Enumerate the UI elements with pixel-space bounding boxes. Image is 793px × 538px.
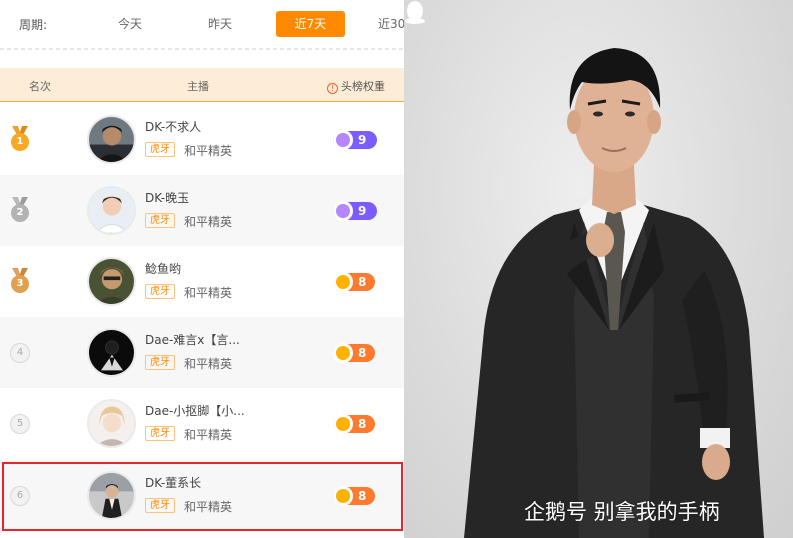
- weight-value: 8: [358, 346, 367, 360]
- platform-tag: 虎牙: [145, 213, 175, 228]
- game-name: 和平精英: [184, 428, 233, 442]
- weight-value: 8: [358, 417, 367, 431]
- header-rank: 名次: [29, 80, 51, 93]
- weight-badge: 8: [333, 414, 375, 434]
- rank-circle: 5: [10, 414, 30, 434]
- rank-medal-gold: 1: [10, 126, 30, 154]
- header-host: 主播: [187, 80, 209, 93]
- game-name: 和平精英: [184, 357, 233, 371]
- rank-circle: 4: [10, 343, 30, 363]
- weight-badge: 9: [333, 201, 377, 221]
- host-name[interactable]: Dae-小抠脚【小...: [145, 402, 245, 419]
- weight-icon: [333, 414, 353, 434]
- table-row[interactable]: 2 DK-晚玉 虎牙 和平精英 9: [0, 175, 404, 246]
- avatar[interactable]: [87, 186, 136, 235]
- platform-tag: 虎牙: [145, 142, 175, 157]
- period-selector: 周期: 今天 昨天 近7天 近30: [0, 0, 404, 50]
- platform-tag: 虎牙: [145, 284, 175, 299]
- medal-number: 1: [11, 133, 29, 151]
- platform-tag: 虎牙: [145, 426, 175, 441]
- watermark-text: 企鹅号 别拿我的手柄: [524, 500, 720, 524]
- avatar[interactable]: [87, 115, 136, 164]
- avatar[interactable]: [87, 257, 136, 306]
- table-row[interactable]: 5 Dae-小抠脚【小... 虎牙 和平精英 8: [0, 388, 404, 459]
- host-name[interactable]: DK-晚玉: [145, 189, 189, 206]
- portrait-photo: 企鹅号 别拿我的手柄: [404, 0, 793, 538]
- warning-icon: !: [327, 83, 338, 94]
- game-name: 和平精英: [184, 215, 233, 229]
- medal-number: 3: [11, 275, 29, 293]
- avatar[interactable]: [87, 328, 136, 377]
- period-label: 周期:: [19, 18, 48, 32]
- tab-last-30-days[interactable]: 近30: [378, 11, 404, 37]
- rank-number: 5: [10, 410, 30, 438]
- rank-medal-silver: 2: [10, 197, 30, 225]
- rank-medal-bronze: 3: [10, 268, 30, 296]
- table-row[interactable]: 1 DK-不求人 虎牙 和平精英 9: [0, 104, 404, 175]
- host-name[interactable]: 鲶鱼哟: [145, 260, 181, 277]
- weight-icon: [333, 130, 353, 150]
- row-highlight-box: [2, 462, 403, 531]
- divider: [0, 48, 404, 50]
- tab-yesterday[interactable]: 昨天: [190, 11, 250, 37]
- platform-tag: 虎牙: [145, 355, 175, 370]
- rank-number: 4: [10, 339, 30, 367]
- weight-value: 9: [358, 133, 367, 147]
- weight-icon: [333, 343, 353, 363]
- header-weight-label: 头榜权重: [341, 80, 385, 93]
- tab-today[interactable]: 今天: [100, 11, 160, 37]
- tab-last-7-days[interactable]: 近7天: [276, 11, 345, 37]
- penguin-icon: [405, 1, 425, 24]
- table-row[interactable]: 3 鲶鱼哟 虎牙 和平精英 8: [0, 246, 404, 317]
- weight-icon: [333, 272, 353, 292]
- table-header: 名次 主播 ! 头榜权重: [0, 68, 404, 102]
- table-row[interactable]: 4 Dae-难言x【言... 虎牙 和平精英 8: [0, 317, 404, 388]
- avatar[interactable]: [87, 399, 136, 448]
- weight-badge: 9: [333, 130, 377, 150]
- weight-icon: [333, 201, 353, 221]
- header-weight: ! 头榜权重: [327, 78, 385, 94]
- game-name: 和平精英: [184, 286, 233, 300]
- weight-badge: 8: [333, 343, 375, 363]
- medal-number: 2: [11, 204, 29, 222]
- ranking-panel: 周期: 今天 昨天 近7天 近30 名次 主播 ! 头榜权重 1 DK-不求人 虎…: [0, 0, 404, 538]
- host-name[interactable]: Dae-难言x【言...: [145, 331, 240, 348]
- game-name: 和平精英: [184, 144, 233, 158]
- weight-value: 8: [358, 275, 367, 289]
- weight-value: 9: [358, 204, 367, 218]
- weight-badge: 8: [333, 272, 375, 292]
- host-name[interactable]: DK-不求人: [145, 118, 201, 135]
- portrait-figure: [464, 48, 764, 538]
